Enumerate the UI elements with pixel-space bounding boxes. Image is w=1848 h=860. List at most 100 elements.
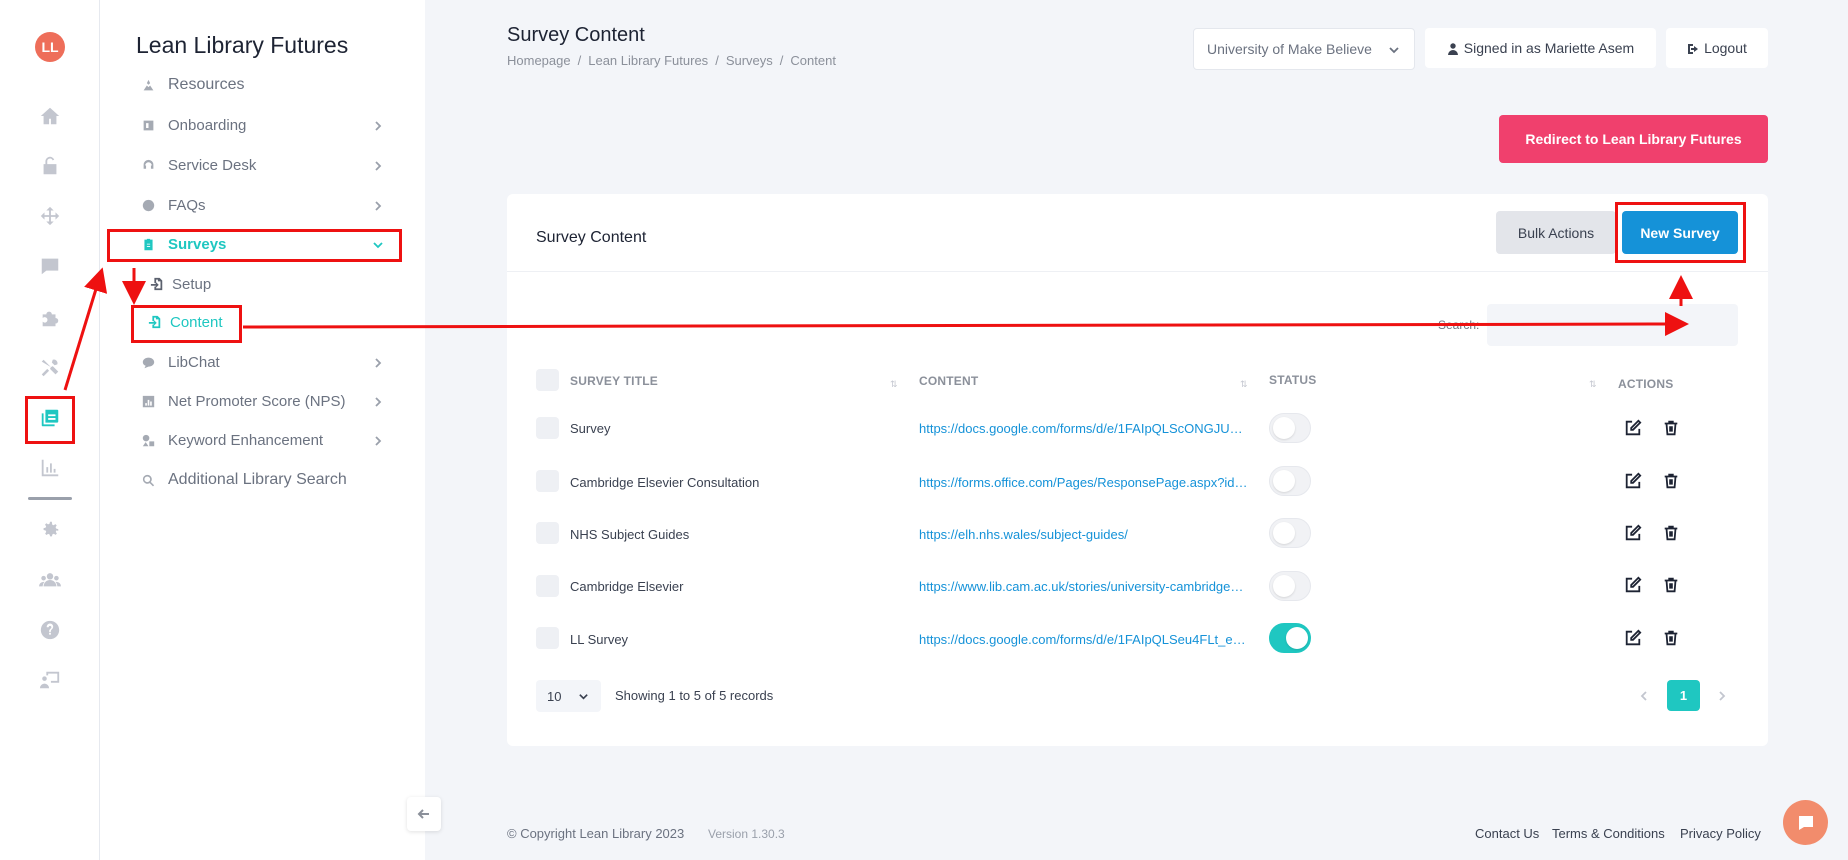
search-input[interactable] — [1487, 304, 1738, 346]
card-divider — [507, 271, 1768, 272]
survey-content-card: Survey Content Bulk Actions New Survey S… — [507, 194, 1768, 746]
search-label: Search: — [1438, 318, 1480, 332]
trash-icon[interactable] — [1661, 471, 1681, 491]
breadcrumb-surveys[interactable]: Surveys — [726, 53, 773, 68]
row-content-link[interactable]: https://forms.office.com/Pages/ResponseP… — [919, 475, 1251, 490]
signed-in-user-button[interactable]: Signed in as Mariette Asem — [1425, 28, 1656, 68]
breadcrumb-separator: / — [577, 53, 582, 68]
file-import-icon — [150, 276, 166, 292]
chat-icon — [1798, 815, 1813, 830]
chevron-right-icon — [372, 119, 384, 131]
redirect-button[interactable]: Redirect to Lean Library Futures — [1499, 115, 1768, 163]
edit-icon[interactable] — [1623, 628, 1643, 648]
puzzle-icon[interactable] — [37, 305, 63, 331]
chevron-down-icon — [579, 694, 588, 700]
row-checkbox[interactable] — [536, 522, 559, 544]
sort-icon[interactable]: ⇅ — [1589, 380, 1597, 389]
trash-icon[interactable] — [1661, 418, 1681, 438]
users-icon[interactable] — [37, 567, 63, 593]
row-checkbox[interactable] — [536, 575, 559, 597]
chat-launcher-button[interactable] — [1783, 800, 1828, 845]
gear-icon[interactable] — [37, 517, 63, 543]
status-toggle[interactable] — [1269, 571, 1311, 601]
column-header-status[interactable]: STATUS — [1269, 373, 1316, 387]
search-icon — [140, 472, 156, 488]
footer-version: Version 1.30.3 — [708, 827, 785, 841]
sidebar-title: Lean Library Futures — [136, 32, 349, 58]
edit-icon[interactable] — [1623, 523, 1643, 543]
chart-square-icon — [140, 393, 156, 409]
edit-icon[interactable] — [1623, 471, 1643, 491]
logout-button[interactable]: Logout — [1666, 28, 1768, 68]
presenter-icon[interactable] — [37, 667, 63, 693]
status-toggle[interactable] — [1269, 466, 1311, 496]
row-content-link[interactable]: https://docs.google.com/forms/d/e/1FAIpQ… — [919, 632, 1251, 647]
question-circle-icon — [140, 197, 156, 213]
row-content-link[interactable]: https://www.lib.cam.ac.uk/stories/univer… — [919, 579, 1251, 594]
footer-privacy-link[interactable]: Privacy Policy — [1680, 826, 1761, 841]
sidebar-item-keyword-enhancement[interactable]: Keyword Enhancement — [140, 428, 390, 452]
trash-icon[interactable] — [1661, 575, 1681, 595]
sidebar-subitem-setup[interactable]: Setup — [150, 272, 270, 296]
app-logo[interactable]: LL — [35, 32, 65, 62]
row-content-link[interactable]: https://elh.nhs.wales/subject-guides/ — [919, 527, 1251, 542]
unlock-icon[interactable] — [37, 153, 63, 179]
edit-icon[interactable] — [1623, 418, 1643, 438]
status-toggle[interactable] — [1269, 518, 1311, 548]
row-content-link[interactable]: https://docs.google.com/forms/d/e/1FAIpQ… — [919, 421, 1251, 436]
select-all-checkbox[interactable] — [536, 369, 559, 391]
footer-terms-link[interactable]: Terms & Conditions — [1552, 826, 1665, 841]
row-survey-title: Cambridge Elsevier Consultation — [570, 475, 760, 490]
row-checkbox[interactable] — [536, 470, 559, 492]
question-icon[interactable] — [37, 617, 63, 643]
sidebar-item-nps[interactable]: Net Promoter Score (NPS) — [140, 389, 390, 413]
breadcrumb-home[interactable]: Homepage — [507, 53, 571, 68]
status-toggle[interactable] — [1269, 413, 1311, 443]
edit-icon[interactable] — [1623, 575, 1643, 595]
bulk-actions-button[interactable]: Bulk Actions — [1496, 211, 1616, 254]
column-header-title[interactable]: SURVEY TITLE — [570, 374, 658, 388]
annotation-box-content-item — [131, 305, 242, 343]
per-page-select[interactable]: 10 — [536, 680, 601, 712]
sidebar-item-label: LibChat — [168, 353, 220, 371]
arrows-move-icon[interactable] — [37, 203, 63, 229]
status-toggle[interactable] — [1269, 623, 1311, 653]
trash-icon[interactable] — [1661, 523, 1681, 543]
annotation-box-surveys-icon — [25, 396, 75, 444]
sidebar-item-label: Resources — [168, 76, 245, 93]
breadcrumb-content: Content — [790, 53, 836, 68]
sort-icon[interactable]: ⇅ — [890, 380, 898, 389]
sort-icon[interactable]: ⇅ — [1240, 380, 1248, 389]
institution-select-value: University of Make Believe — [1207, 41, 1372, 57]
annotation-box-new-survey — [1615, 202, 1746, 263]
comment-icon[interactable] — [37, 253, 63, 279]
trash-icon[interactable] — [1661, 628, 1681, 648]
chat-icon — [140, 354, 156, 370]
chevron-left-icon — [1640, 691, 1647, 701]
row-checkbox[interactable] — [536, 627, 559, 649]
tools-icon[interactable] — [37, 355, 63, 381]
sidebar-item-resources[interactable]: Resources — [140, 73, 390, 97]
bar-chart-icon[interactable] — [37, 455, 63, 481]
sidebar-item-additional-search[interactable]: Additional Library Search — [140, 468, 420, 492]
resources-icon — [140, 77, 156, 93]
rail-divider — [28, 497, 72, 500]
chevron-right-icon — [372, 356, 384, 368]
chevron-right-icon — [372, 159, 384, 171]
card-title: Survey Content — [536, 229, 647, 246]
sidebar-item-service-desk[interactable]: Service Desk — [140, 153, 390, 177]
footer-contact-link[interactable]: Contact Us — [1475, 826, 1539, 841]
pagination-prev[interactable] — [1638, 689, 1650, 703]
sidebar: Lean Library Futures Resources Onboardin… — [100, 0, 425, 860]
row-checkbox[interactable] — [536, 417, 559, 439]
institution-select[interactable]: University of Make Believe — [1193, 28, 1415, 70]
sidebar-item-libchat[interactable]: LibChat — [140, 350, 390, 374]
pagination-page[interactable]: 1 — [1667, 680, 1700, 711]
sidebar-item-faqs[interactable]: FAQs — [140, 193, 390, 217]
sidebar-item-onboarding[interactable]: Onboarding — [140, 113, 390, 137]
collapse-sidebar-button[interactable] — [407, 797, 441, 831]
home-icon[interactable] — [37, 103, 63, 129]
column-header-content[interactable]: CONTENT — [919, 374, 978, 388]
pagination-next[interactable] — [1716, 689, 1728, 703]
breadcrumb-lean-library-futures[interactable]: Lean Library Futures — [588, 53, 708, 68]
